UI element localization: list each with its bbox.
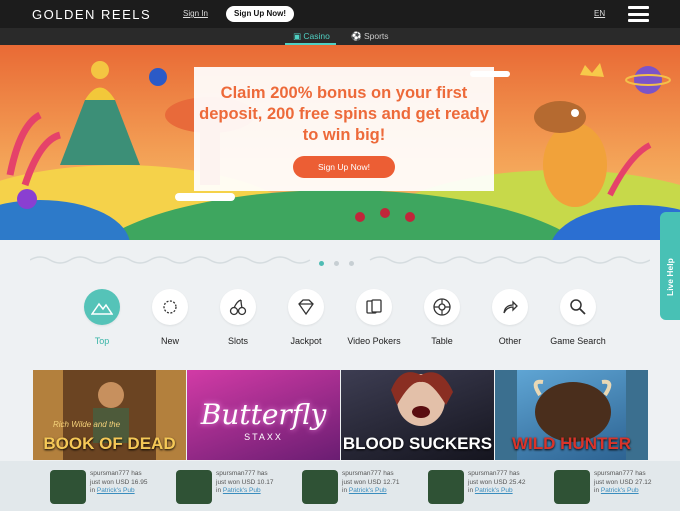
game-tile-butterfly-staxx[interactable]: Butterfly STAXX xyxy=(187,370,340,460)
winner-amount: just won USD 27.12 xyxy=(594,478,652,486)
winner-item[interactable]: spursman777 has just won USD 10.17 in Patr… xyxy=(176,470,306,504)
logo[interactable]: GOLDEN REELS xyxy=(32,7,151,22)
recent-winners-bar: spursman777 has just won USD 16.95 in Patr… xyxy=(0,461,680,511)
game-title: BOOK OF DEAD xyxy=(43,434,176,453)
winner-game-link[interactable]: Patrick's Pub xyxy=(601,487,639,494)
patricks-pub-thumbnail xyxy=(176,470,212,504)
winner-user: spursman777 has xyxy=(216,470,268,477)
tab-sports-label: Sports xyxy=(363,31,389,41)
live-help-label: Live Help xyxy=(665,258,675,296)
winner-amount: just won USD 10.17 xyxy=(216,478,274,486)
carousel-dot-3[interactable] xyxy=(349,261,354,266)
diamond-icon xyxy=(288,289,324,325)
carousel-dot-1[interactable] xyxy=(319,261,324,266)
game-title: Butterfly xyxy=(200,398,327,431)
live-help-tab[interactable]: Live Help xyxy=(660,212,680,320)
winner-user: spursman777 has xyxy=(594,470,646,477)
game-tile-blood-suckers[interactable]: BLOOD SUCKERS xyxy=(341,370,494,460)
category-label: Game Search xyxy=(550,336,606,346)
top-bar: GOLDEN REELS Sign In Sign Up Now! EN xyxy=(0,0,680,28)
winner-amount: just won USD 12.71 xyxy=(342,478,400,486)
sign-up-button[interactable]: Sign Up Now! xyxy=(226,6,294,22)
winner-user: spursman777 has xyxy=(468,470,520,477)
product-tabs: ▣ Casino ⚽ Sports xyxy=(0,28,680,45)
language-selector[interactable]: EN xyxy=(594,9,605,18)
category-game-search[interactable]: Game Search xyxy=(538,289,618,346)
promo-box: Claim 200% bonus on your first deposit, … xyxy=(194,67,494,191)
roulette-icon xyxy=(424,289,460,325)
winner-prefix: in xyxy=(468,487,474,494)
sign-in-link[interactable]: Sign In xyxy=(183,9,208,18)
carousel-dots xyxy=(319,253,364,271)
mountain-icon xyxy=(84,289,120,325)
winner-prefix: in xyxy=(216,487,222,494)
game-title: BLOOD SUCKERS xyxy=(342,434,493,453)
game-title: WILD HUNTER xyxy=(512,434,631,453)
hero-banner[interactable]: Claim 200% bonus on your first deposit, … xyxy=(0,45,680,240)
game-tile-wild-hunter[interactable]: WILD HUNTER xyxy=(495,370,648,460)
winner-item[interactable]: spursman777 has just won USD 12.71 in Patr… xyxy=(302,470,432,504)
promo-sign-up-button[interactable]: Sign Up Now! xyxy=(293,156,395,178)
winner-amount: just won USD 16.95 xyxy=(90,478,148,486)
patricks-pub-thumbnail xyxy=(428,470,464,504)
game-tile-book-of-dead[interactable]: Rich Wilde and the BOOK OF DEAD xyxy=(33,370,186,460)
winner-user: spursman777 has xyxy=(342,470,394,477)
winner-game-link[interactable]: Patrick's Pub xyxy=(223,487,261,494)
winner-prefix: in xyxy=(90,487,96,494)
winner-game-link[interactable]: Patrick's Pub xyxy=(97,487,135,494)
game-subtitle: STAXX xyxy=(244,432,283,442)
carousel-dot-2[interactable] xyxy=(334,261,339,266)
winner-amount: just won USD 25.42 xyxy=(468,478,526,486)
game-subtitle: Rich Wilde and the xyxy=(53,420,121,429)
patricks-pub-thumbnail xyxy=(554,470,590,504)
winner-user: spursman777 has xyxy=(90,470,142,477)
casino-icon: ▣ xyxy=(293,31,302,41)
winner-item[interactable]: spursman777 has just won USD 25.42 in Patr… xyxy=(428,470,558,504)
winner-prefix: in xyxy=(594,487,600,494)
cherries-icon xyxy=(220,289,256,325)
star-burst-icon xyxy=(152,289,188,325)
soccer-ball-icon: ⚽ xyxy=(351,31,362,41)
tab-sports[interactable]: ⚽ Sports xyxy=(351,31,389,42)
tab-casino-label: Casino xyxy=(303,31,330,41)
tab-casino[interactable]: ▣ Casino xyxy=(293,31,330,42)
cards-icon xyxy=(356,289,392,325)
promo-headline: Claim 200% bonus on your first deposit, … xyxy=(199,84,489,144)
winner-game-link[interactable]: Patrick's Pub xyxy=(349,487,387,494)
winner-prefix: in xyxy=(342,487,348,494)
share-arrow-icon xyxy=(492,289,528,325)
menu-icon[interactable] xyxy=(628,6,649,22)
patricks-pub-thumbnail xyxy=(50,470,86,504)
winner-item[interactable]: spursman777 has just won USD 16.95 in Patr… xyxy=(50,470,180,504)
winner-game-link[interactable]: Patrick's Pub xyxy=(475,487,513,494)
patricks-pub-thumbnail xyxy=(302,470,338,504)
magnifier-icon xyxy=(560,289,596,325)
winner-item[interactable]: spursman777 has just won USD 27.12 in Patr… xyxy=(554,470,680,504)
